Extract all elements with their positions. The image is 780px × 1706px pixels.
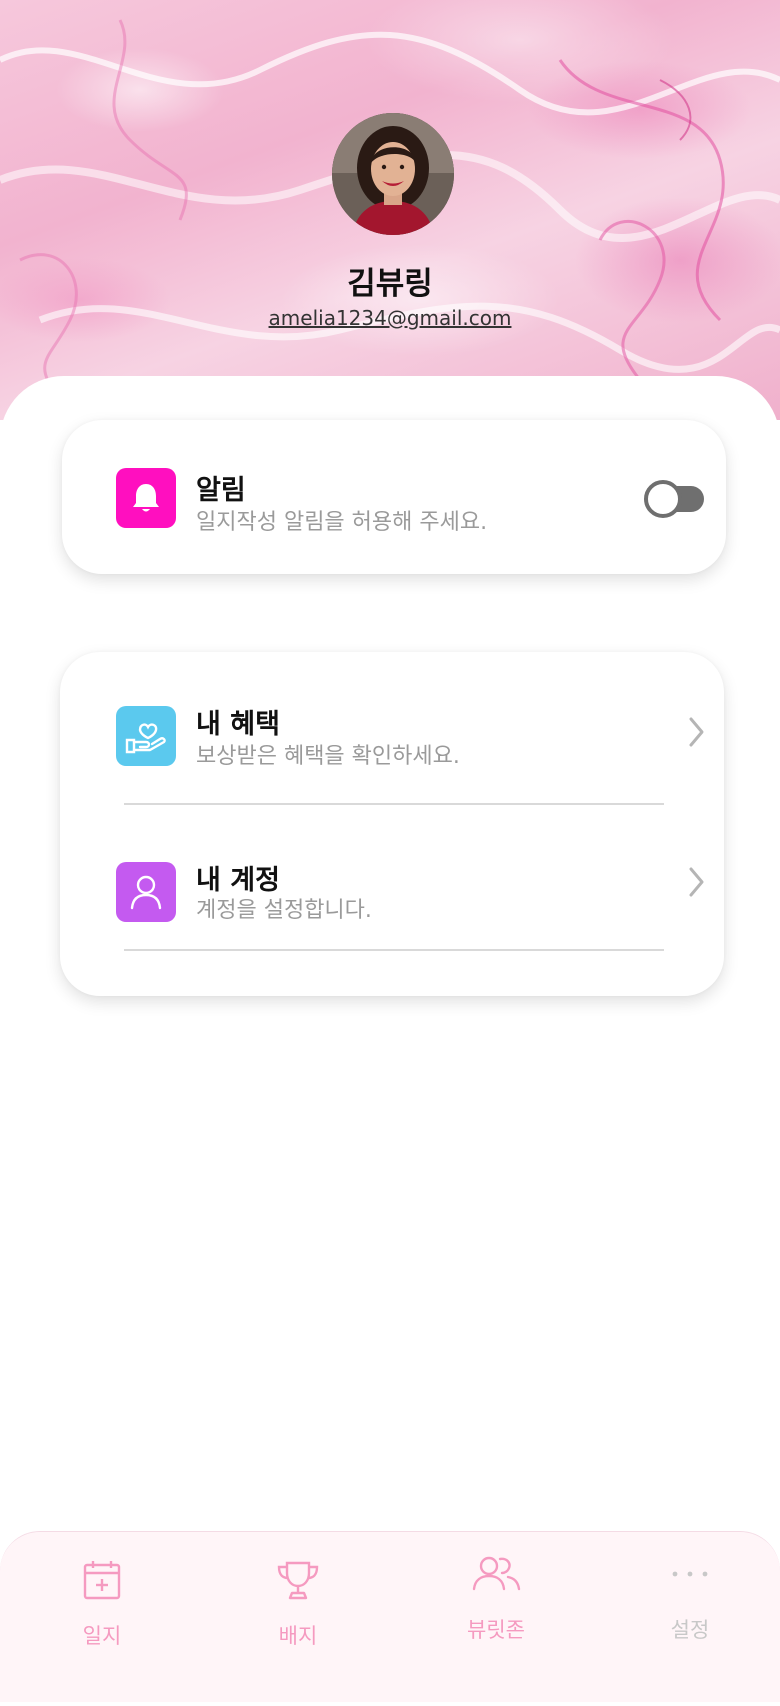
tab-label: 설정 [670, 1618, 710, 1642]
profile-email[interactable]: amelia1234@gmail.com [0, 306, 780, 330]
user-icon [116, 862, 176, 922]
chevron-right-icon [689, 867, 704, 897]
more-dots-icon [630, 1548, 750, 1600]
bell-icon [116, 468, 176, 528]
divider [124, 949, 664, 951]
notification-subtitle: 일지작성 알림을 허용해 주세요. [196, 510, 488, 535]
menu-item-account[interactable]: 내 계정 계정을 설정합니다. [60, 804, 724, 948]
tab-settings[interactable]: 설정 [630, 1548, 750, 1658]
chevron-right-icon [689, 717, 704, 747]
tab-label: 뷰릿존 [467, 1618, 525, 1642]
avatar[interactable] [332, 113, 454, 235]
menu-item-title: 내 혜택 [196, 709, 280, 740]
tab-diary[interactable]: 일지 [42, 1554, 162, 1664]
notification-title: 알림 [196, 475, 246, 506]
notification-toggle[interactable] [644, 480, 704, 518]
users-icon [436, 1548, 556, 1600]
menu-item-benefits[interactable]: 내 혜택 보상받은 혜택을 확인하세요. [60, 652, 724, 802]
trophy-icon [238, 1554, 358, 1606]
calendar-plus-icon [42, 1554, 162, 1606]
gift-hand-icon [116, 706, 176, 766]
bottom-tab-bar: 일지 배지 뷰릿존 설정 [0, 1531, 780, 1702]
menu-item-subtitle: 계정을 설정합니다. [196, 898, 372, 923]
menu-item-subtitle: 보상받은 혜택을 확인하세요. [196, 744, 460, 769]
tab-badge[interactable]: 배지 [238, 1554, 358, 1664]
menu-card: 내 혜택 보상받은 혜택을 확인하세요. 내 계정 계정을 설정합니다. [60, 652, 724, 996]
tab-beautyzone[interactable]: 뷰릿존 [436, 1548, 556, 1658]
profile-photo [332, 113, 454, 235]
content-sheet [0, 376, 780, 1706]
toggle-knob [644, 480, 682, 518]
tab-label: 배지 [278, 1624, 318, 1648]
profile-name: 김뷰링 [347, 266, 433, 302]
tab-label: 일지 [82, 1624, 122, 1648]
notification-card: 알림 일지작성 알림을 허용해 주세요. [62, 420, 726, 574]
